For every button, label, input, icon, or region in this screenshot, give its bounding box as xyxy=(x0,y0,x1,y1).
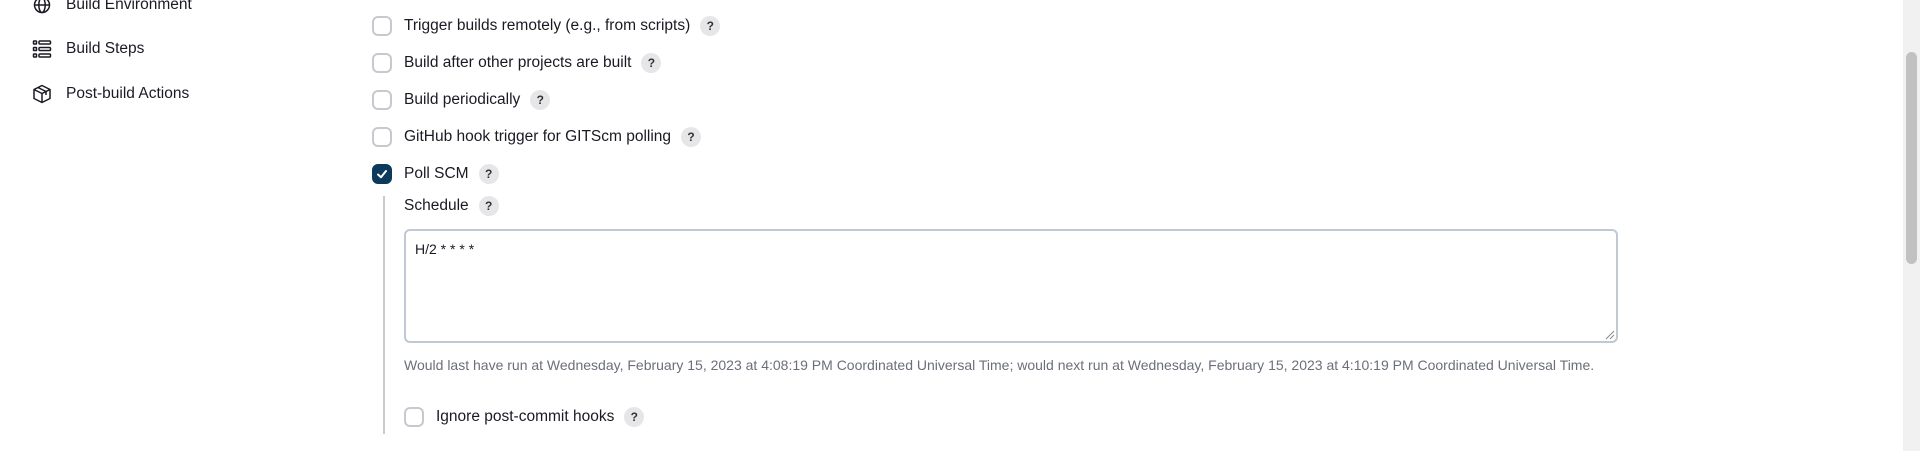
schedule-info-text: Would last have run at Wednesday, Februa… xyxy=(404,357,1595,373)
schedule-label-row: Schedule ? xyxy=(404,194,499,218)
build-after-other-checkbox[interactable] xyxy=(372,53,392,73)
sidebar-item-label: Build Steps xyxy=(66,40,145,57)
github-hook-label[interactable]: GitHub hook trigger for GITScm polling xyxy=(404,128,671,146)
cube-icon xyxy=(30,82,54,106)
sidebar-item-build-steps[interactable]: Build Steps xyxy=(30,31,144,67)
vertical-scrollbar[interactable] xyxy=(1903,0,1920,451)
sidebar-item-label: Post-build Actions xyxy=(66,85,190,102)
ignore-post-commit-label[interactable]: Ignore post-commit hooks xyxy=(436,408,614,426)
build-periodically-row: Build periodically ? xyxy=(372,87,551,113)
sidebar-item-label: Build Environment xyxy=(66,0,192,13)
poll-scm-row: Poll SCM ? xyxy=(372,161,499,187)
sidebar-item-build-environment[interactable]: Build Environment xyxy=(30,0,192,23)
poll-scm-checkbox[interactable] xyxy=(372,164,392,184)
help-icon[interactable]: ? xyxy=(624,407,645,427)
trigger-remote-checkbox[interactable] xyxy=(372,16,392,36)
trigger-remote-row: Trigger builds remotely (e.g., from scri… xyxy=(372,13,721,39)
schedule-input[interactable]: H/2 * * * * xyxy=(404,229,1618,343)
sidebar: Build Environment Build Steps Post-build… xyxy=(0,0,330,451)
build-after-other-label[interactable]: Build after other projects are built xyxy=(404,54,631,72)
help-icon[interactable]: ? xyxy=(478,164,499,184)
scrollbar-thumb[interactable] xyxy=(1906,52,1917,264)
page: Build Environment Build Steps Post-build… xyxy=(0,0,1920,451)
sidebar-item-post-build-actions[interactable]: Post-build Actions xyxy=(30,76,189,112)
trigger-remote-label[interactable]: Trigger builds remotely (e.g., from scri… xyxy=(404,17,690,35)
build-periodically-label[interactable]: Build periodically xyxy=(404,91,520,109)
build-after-other-row: Build after other projects are built ? xyxy=(372,50,662,76)
help-icon[interactable]: ? xyxy=(681,127,702,147)
ignore-post-commit-row: Ignore post-commit hooks ? xyxy=(404,404,645,430)
globe-icon xyxy=(30,0,54,17)
ignore-post-commit-checkbox[interactable] xyxy=(404,407,424,427)
schedule-label: Schedule xyxy=(404,197,469,214)
build-triggers-section: Trigger builds remotely (e.g., from scri… xyxy=(370,0,1900,451)
help-icon[interactable]: ? xyxy=(478,196,499,216)
checkmark-icon xyxy=(377,170,387,179)
help-icon[interactable]: ? xyxy=(641,53,662,73)
help-icon[interactable]: ? xyxy=(700,16,721,36)
github-hook-checkbox[interactable] xyxy=(372,127,392,147)
poll-scm-label[interactable]: Poll SCM xyxy=(404,165,469,183)
help-icon[interactable]: ? xyxy=(530,90,551,110)
github-hook-row: GitHub hook trigger for GITScm polling ? xyxy=(372,124,702,150)
list-icon xyxy=(30,37,54,61)
build-periodically-checkbox[interactable] xyxy=(372,90,392,110)
nested-section-bar xyxy=(383,196,385,434)
